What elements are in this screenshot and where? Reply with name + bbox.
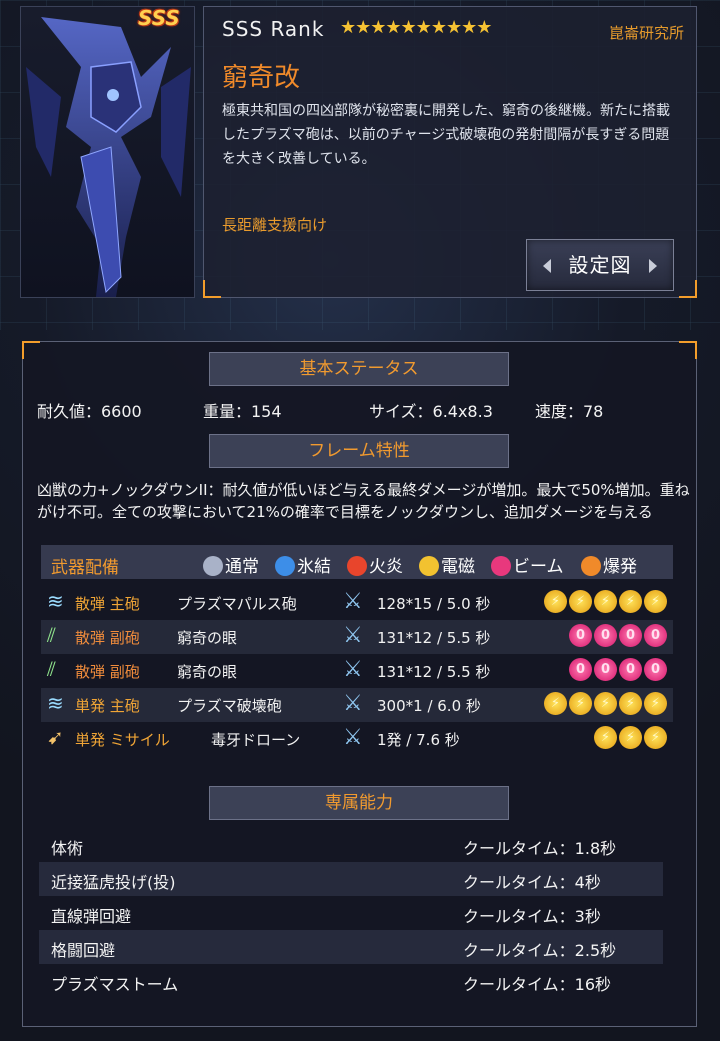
basic-status-header: 基本ステータス [209, 352, 509, 386]
rank-stars: ★★★★★★★★★★ [340, 17, 492, 38]
sword-icon: ⚔ [343, 623, 363, 648]
weight-stat: 重量：154 [203, 402, 282, 421]
status-panel: 基本ステータス 耐久値：6600 重量：154 サイズ：6.4x8.3 速度：7… [22, 341, 697, 1027]
sword-icon: ⚔ [343, 657, 363, 682]
speed-stat: 速度：78 [535, 402, 604, 421]
legend-electric: 電磁 [419, 552, 475, 577]
frame-traits-text[interactable]: 凶獣の力+ノックダウンII：耐久値が低いほど与える最終ダメージが増加。最大で50… [37, 479, 693, 538]
beam-element-icons: 0000 [567, 658, 667, 681]
frame-traits-header: フレーム特性 [209, 434, 509, 468]
ability-cooldown: クールタイム：3秒 [463, 907, 601, 926]
mech-illustration [26, 17, 191, 297]
missile-icon: ➹ [47, 725, 64, 749]
electric-element-icon [419, 556, 439, 576]
weapon-type: 単発 主砲 [75, 697, 140, 715]
weapon-name: 窮奇の眼 [177, 629, 238, 647]
mech-name: 窮奇改 [222, 63, 301, 93]
ability-row[interactable]: 体術 クールタイム：1.8秒 [39, 828, 663, 862]
weapon-damage: 300*1 / 6.0 秒 [377, 697, 481, 715]
ability-cooldown: クールタイム：1.8秒 [463, 839, 617, 858]
weapon-damage: 131*12 / 5.5 秒 [377, 663, 491, 681]
weapon-damage: 131*12 / 5.5 秒 [377, 629, 491, 647]
weapon-row[interactable]: ≋ 散弾 主砲 プラズマパルス砲 ⚔ 128*15 / 5.0 秒 ⚡ ⚡ ⚡ ⚡ ⚡ [41, 586, 673, 620]
sword-icon: ⚔ [343, 589, 363, 614]
ability-row[interactable]: 近接猛虎投げ(投) クールタイム：4秒 [39, 862, 663, 896]
corner-accent [22, 341, 40, 359]
normal-element-icon [203, 556, 223, 576]
weapon-damage: 128*15 / 5.0 秒 [377, 595, 491, 613]
scatter-weapon-icon: ⫽ [47, 623, 56, 647]
weapon-row[interactable]: ➹ 単発 ミサイル 毒牙ドローン ⚔ 1発 / 7.6 秒 ⚡ ⚡ ⚡ [41, 722, 673, 768]
weapon-name: プラズマ破壊砲 [177, 697, 282, 715]
weapon-row[interactable]: ⫽ 散弾 副砲 窮奇の眼 ⚔ 131*12 / 5.5 秒 0000 [41, 620, 673, 654]
weapon-type: 単発 ミサイル [75, 731, 170, 749]
weapons-header: 武器配備 通常 氷結 火炎 電磁 ビーム 爆発 [41, 545, 673, 579]
beam-element-icons: 0000 [567, 624, 667, 647]
weapons-header-title: 武器配備 [51, 558, 119, 578]
electric-element-icons: ⚡ ⚡ ⚡ [592, 726, 667, 749]
weapon-name: 窮奇の眼 [177, 663, 238, 681]
single-shot-weapon-icon: ≋ [47, 691, 64, 715]
manufacturer: 崑崙研究所 [608, 24, 684, 42]
weapon-row[interactable]: ≋ 単発 主砲 プラズマ破壊砲 ⚔ 300*1 / 6.0 秒 ⚡ ⚡ ⚡ ⚡ ⚡ [41, 688, 673, 722]
arrow-right-icon [649, 259, 657, 273]
electric-element-icons: ⚡ ⚡ ⚡ ⚡ ⚡ [542, 692, 667, 715]
weapon-name: 毒牙ドローン [211, 731, 301, 749]
mech-info-card: SSS Rank ★★★★★★★★★★ 崑崙研究所 窮奇改 極東共和国の四凶部隊… [203, 6, 697, 298]
weapon-type: 散弾 主砲 [75, 595, 140, 613]
ability-row[interactable]: 直線弾回避 クールタイム：3秒 [39, 896, 663, 930]
blueprint-button[interactable]: 設定図 [526, 239, 674, 291]
ability-cooldown: クールタイム：16秒 [463, 975, 612, 994]
ability-name: 体術 [51, 839, 84, 858]
arrow-left-icon [543, 259, 551, 273]
mech-role: 長距離支援向け [222, 216, 328, 234]
weapon-type: 散弾 副砲 [75, 663, 140, 681]
abilities-header: 専属能力 [209, 786, 509, 820]
ability-name: プラズマストーム [51, 975, 179, 994]
ability-name: 近接猛虎投げ(投) [51, 873, 176, 892]
weapon-name: プラズマパルス砲 [177, 595, 297, 613]
mech-description: 極東共和国の四凶部隊が秘密裏に開発した、窮奇の後継機。新たに搭載したプラズマ砲は… [222, 103, 670, 167]
weapon-damage: 1発 / 7.6 秒 [377, 731, 460, 749]
sword-icon: ⚔ [343, 725, 363, 750]
weapon-row[interactable]: ⫽ 散弾 副砲 窮奇の眼 ⚔ 131*12 / 5.5 秒 0000 [41, 654, 673, 688]
corner-accent [679, 341, 697, 359]
legend-ice: 氷結 [275, 552, 331, 577]
scatter-weapon-icon: ⫽ [47, 657, 56, 681]
electric-element-icons: ⚡ ⚡ ⚡ ⚡ ⚡ [542, 590, 667, 613]
scatter-weapon-icon: ≋ [47, 589, 64, 613]
ability-row[interactable]: 格闘回避 クールタイム：2.5秒 [39, 930, 663, 964]
ability-name: 格闘回避 [51, 941, 116, 960]
ability-name: 直線弾回避 [51, 907, 132, 926]
corner-accent [679, 280, 697, 298]
legend-fire: 火炎 [347, 552, 403, 577]
durability-stat: 耐久値：6600 [37, 402, 142, 421]
weapon-type: 散弾 副砲 [75, 629, 140, 647]
legend-normal: 通常 [203, 552, 259, 577]
corner-accent [203, 280, 221, 298]
explosive-element-icon [581, 556, 601, 576]
ability-row[interactable]: プラズマストーム クールタイム：16秒 [39, 964, 663, 998]
legend-explosive: 爆発 [581, 552, 637, 577]
ice-element-icon [275, 556, 295, 576]
mech-portrait[interactable] [20, 6, 195, 298]
beam-element-icon [491, 556, 511, 576]
size-stat: サイズ：6.4x8.3 [369, 402, 493, 421]
ability-cooldown: クールタイム：2.5秒 [463, 941, 617, 960]
blueprint-button-label: 設定図 [568, 253, 632, 277]
legend-beam: ビーム [491, 552, 564, 577]
sword-icon: ⚔ [343, 691, 363, 716]
rank-label: SSS Rank [222, 17, 325, 41]
rank-badge: SSS [138, 6, 180, 30]
ability-cooldown: クールタイム：4秒 [463, 873, 601, 892]
fire-element-icon [347, 556, 367, 576]
